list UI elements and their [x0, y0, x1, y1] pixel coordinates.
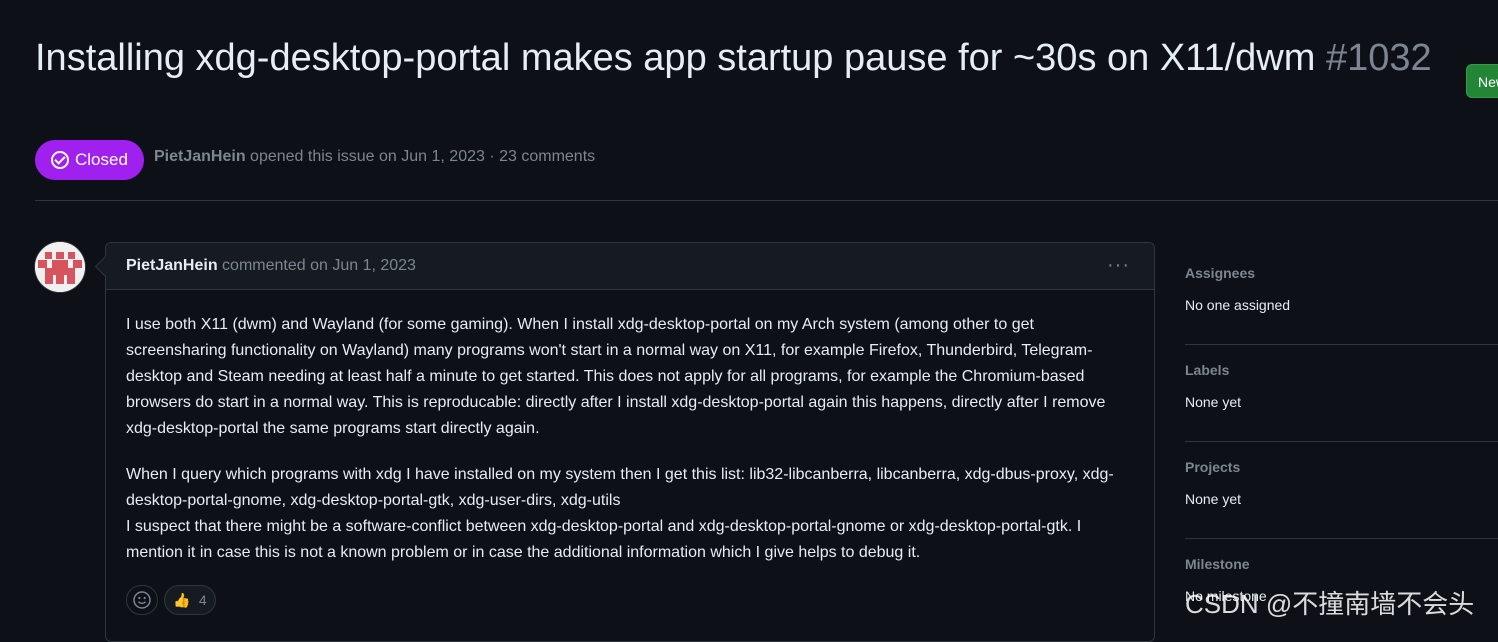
identicon-icon [35, 242, 85, 292]
thumbs-up-icon: 👍 [173, 591, 191, 608]
header-divider [35, 200, 1498, 201]
sidebar-heading: Projects [1185, 459, 1241, 475]
issue-title-text: Installing xdg-desktop-portal makes app … [35, 37, 1316, 79]
comment-timestamp[interactable]: commented on Jun 1, 2023 [222, 257, 416, 274]
issue-number: #1032 [1325, 37, 1432, 79]
avatar[interactable] [35, 242, 85, 292]
status-badge: Closed [35, 140, 144, 180]
comment-paragraph: When I query which programs with xdg I h… [126, 462, 1134, 566]
sidebar-value: No one assigned [1185, 297, 1291, 313]
sidebar-heading: Assignees [1185, 265, 1256, 281]
sidebar-labels: Labels None yet [1185, 345, 1498, 442]
sidebar-value: None yet [1185, 394, 1242, 410]
issue-meta: PietJanHein opened this issue on Jun 1, … [154, 148, 595, 166]
issue-author-link[interactable]: PietJanHein [154, 148, 246, 165]
comment-author-link[interactable]: PietJanHein [126, 257, 218, 274]
comment-box: PietJanHein commented on Jun 1, 2023 ···… [105, 242, 1155, 642]
sidebar-heading: Milestone [1185, 556, 1250, 572]
issue-title: Installing xdg-desktop-portal makes app … [35, 34, 1435, 82]
sidebar-assignees: Assignees No one assigned [1185, 248, 1498, 345]
watermark: CSDN @不撞南墙不会头 [1185, 589, 1475, 619]
reaction-count: 4 [198, 592, 207, 608]
comment-body: I use both X11 (dwm) and Wayland (for so… [106, 290, 1154, 566]
issue-opened-text: opened this issue on Jun 1, 2023 · 23 co… [250, 148, 596, 165]
comment-paragraph: I use both X11 (dwm) and Wayland (for so… [126, 316, 1106, 437]
comment-line: When I query which programs with xdg I h… [126, 466, 1114, 509]
comment-header: PietJanHein commented on Jun 1, 2023 ··· [106, 243, 1154, 290]
comment-line: I suspect that there might be a software… [126, 518, 1082, 561]
sidebar-projects: Projects None yet [1185, 442, 1498, 539]
smiley-icon [133, 591, 151, 609]
reactions-bar: 👍 4 [126, 585, 216, 615]
kebab-menu-icon[interactable]: ··· [1107, 255, 1130, 275]
sidebar-heading: Labels [1185, 362, 1230, 378]
check-circle-icon [51, 151, 69, 169]
status-badge-label: Closed [75, 150, 128, 169]
new-issue-button[interactable]: New [1466, 64, 1498, 98]
sidebar-value: None yet [1185, 491, 1242, 507]
add-reaction-button[interactable] [126, 585, 158, 615]
thumbs-up-reaction-button[interactable]: 👍 4 [164, 585, 216, 615]
issue-sidebar: Assignees No one assigned Labels None ye… [1185, 248, 1498, 635]
